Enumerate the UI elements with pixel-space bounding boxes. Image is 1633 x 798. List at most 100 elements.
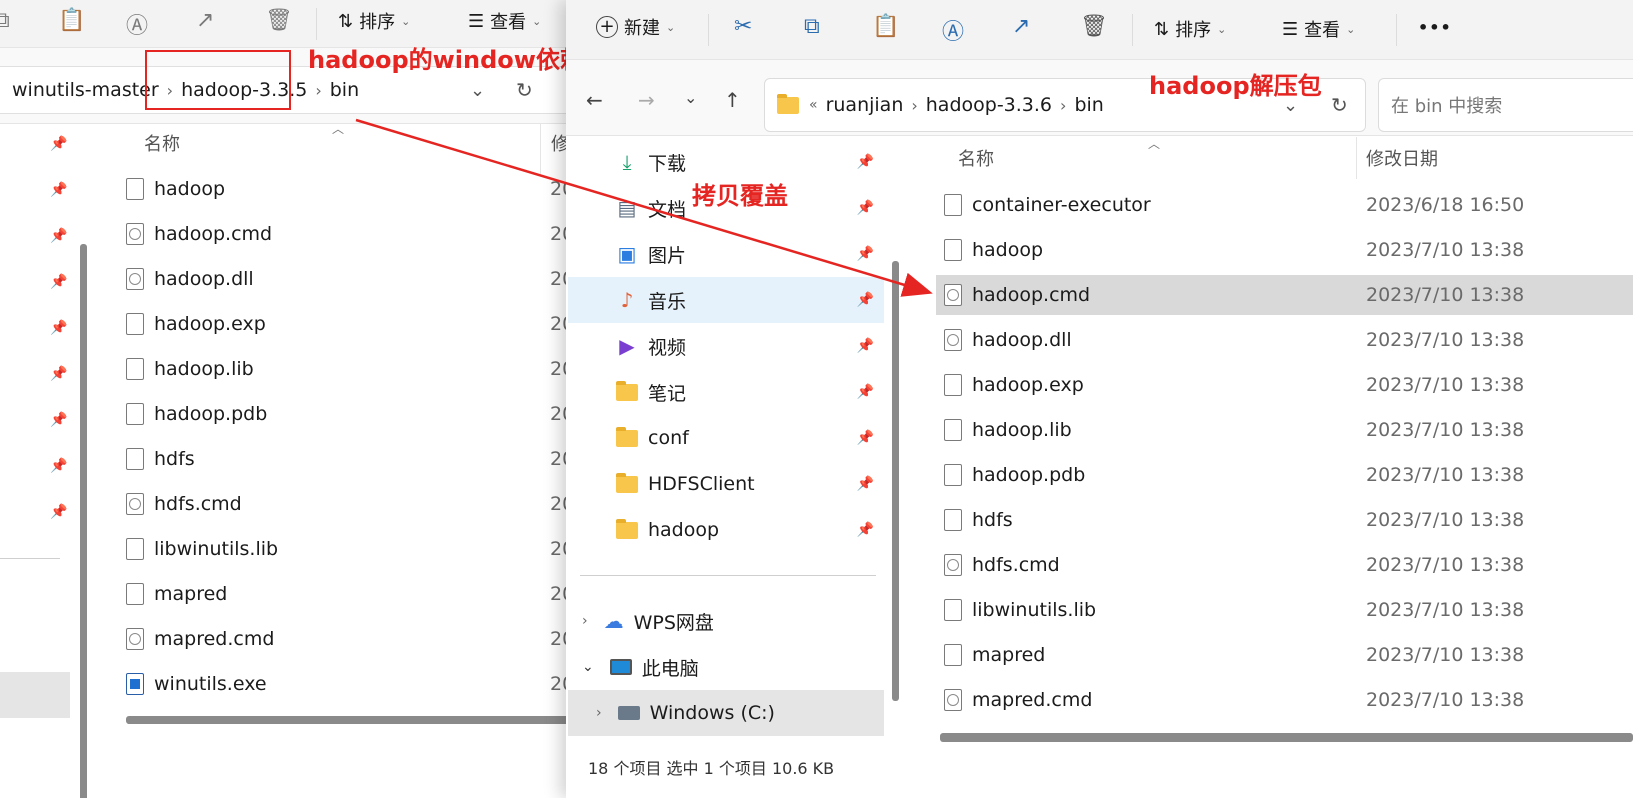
file-date: 2023/7/10 13:38 [1366,689,1525,711]
pin-icon[interactable]: 📌 [857,338,874,354]
file-icon [944,644,962,666]
breadcrumb-item[interactable]: winutils-master [12,79,159,101]
column-header-modified[interactable]: 修改日期 [1366,145,1438,171]
file-row[interactable]: container-executor 2023/6/18 16:50 [936,185,1633,225]
nav-item[interactable]: 笔记 📌 [568,369,884,415]
file-row[interactable]: libwinutils.lib 20 [126,526,590,571]
cut-icon[interactable]: ✂ [734,14,752,39]
rename-icon[interactable]: Ⓐ [126,8,148,40]
nav-item-this-pc[interactable]: ⌄ 此电脑 [566,644,886,690]
pin-icon[interactable]: 📌 [857,200,874,216]
file-row[interactable]: mapred.cmd 20 [126,616,590,661]
nav-item[interactable]: conf 📌 [568,415,884,461]
column-header-name[interactable]: 名称 [958,145,994,171]
pin-icon[interactable]: 📌 [857,522,874,538]
horizontal-scrollbar[interactable] [126,716,590,724]
sort-label: 排序 [1175,20,1212,41]
up-arrow-icon[interactable]: ↑ [724,88,741,112]
cut-icon[interactable]: ⧉ [0,8,10,33]
refresh-icon[interactable]: ↻ [1331,93,1348,117]
chevron-right-icon[interactable]: › [596,705,602,721]
pin-icon[interactable]: 📌 [50,320,67,336]
view-button[interactable]: ☰ 查看 ⌄ [1282,16,1355,42]
search-input[interactable]: 在 bin 中搜索 [1378,78,1633,132]
pin-icon[interactable]: 📌 [50,136,67,152]
file-row[interactable]: hadoop.dll 20 [126,256,590,301]
breadcrumb-overflow[interactable]: « [809,97,818,113]
nav-selected-item[interactable] [0,672,70,718]
back-arrow-icon[interactable]: ← [586,88,603,112]
nav-item[interactable]: ▶ 视频 📌 [568,323,884,369]
file-row[interactable]: hadoop.cmd 20 [126,211,590,256]
nav-item[interactable]: hadoop 📌 [568,507,884,553]
pin-icon[interactable]: 📌 [50,274,67,290]
nav-item-drive-c[interactable]: › Windows (C:) [568,690,884,736]
file-row[interactable]: hadoop.pdb 2023/7/10 13:38 [936,455,1633,495]
file-row[interactable]: hadoop.lib 2023/7/10 13:38 [936,410,1633,450]
pin-icon[interactable]: 📌 [857,292,874,308]
file-row[interactable]: hdfs.cmd 2023/7/10 13:38 [936,545,1633,585]
file-row[interactable]: mapred.cmd 2023/7/10 13:38 [936,680,1633,720]
rename-icon[interactable]: Ⓐ [942,14,964,46]
file-row[interactable]: hdfs 20 [126,436,590,481]
chevron-down-icon[interactable]: ⌄ [470,80,485,101]
breadcrumb-item[interactable]: hadoop-3.3.6 [926,94,1052,116]
file-icon [126,402,144,425]
settings-file-icon [126,492,144,515]
new-button[interactable]: + 新建 ⌄ [596,14,675,40]
file-row[interactable]: hadoop 20 [126,166,590,211]
delete-icon[interactable]: 🗑 [265,8,293,33]
share-icon[interactable]: ↗ [1012,14,1030,39]
pin-icon[interactable]: 📌 [50,366,67,382]
pin-icon[interactable]: 📌 [50,228,67,244]
horizontal-scrollbar[interactable] [940,733,1633,742]
breadcrumb-item[interactable]: bin [1074,94,1103,116]
file-row[interactable]: hadoop.pdb 20 [126,391,590,436]
sort-button[interactable]: ⇅ 排序 ⌄ [338,8,410,34]
nav-item-wps[interactable]: › ☁ WPS网盘 [566,598,886,644]
file-row-selected[interactable]: hadoop.cmd 2023/7/10 13:38 [936,275,1633,315]
nav-scrollbar[interactable] [892,261,899,701]
refresh-icon[interactable]: ↻ [516,78,533,102]
sort-button[interactable]: ⇅ 排序 ⌄ [1154,16,1226,42]
file-row[interactable]: mapred 2023/7/10 13:38 [936,635,1633,675]
pin-icon[interactable]: 📌 [50,182,67,198]
recent-locations-chevron-icon[interactable]: ⌄ [684,88,697,107]
share-icon[interactable]: ↗ [196,8,214,33]
file-row[interactable]: winutils.exe 20 [126,661,590,706]
more-options-icon[interactable]: ••• [1418,18,1452,37]
pin-icon[interactable]: 📌 [50,504,67,520]
pin-icon[interactable]: 📌 [857,384,874,400]
file-row[interactable]: hdfs 2023/7/10 13:38 [936,500,1633,540]
nav-item[interactable]: ▣ 图片 📌 [568,231,884,277]
paste-icon[interactable]: 📋 [872,14,899,39]
file-row[interactable]: hadoop.exp 20 [126,301,590,346]
pin-icon[interactable]: 📌 [857,154,874,170]
column-header-name[interactable]: 名称 [144,130,180,156]
file-row[interactable]: hadoop.dll 2023/7/10 13:38 [936,320,1633,360]
file-row[interactable]: hadoop.exp 2023/7/10 13:38 [936,365,1633,405]
paste-icon[interactable]: 📋 [58,8,85,33]
chevron-down-icon[interactable]: ⌄ [582,659,594,675]
pin-icon[interactable]: 📌 [50,458,67,474]
nav-item[interactable]: ♪ 音乐 📌 [568,277,884,323]
pin-icon[interactable]: 📌 [857,246,874,262]
forward-arrow-icon[interactable]: → [638,88,655,112]
copy-icon[interactable]: ⧉ [804,14,820,39]
view-button[interactable]: ☰ 查看 ⌄ [468,8,541,34]
nav-scrollbar[interactable] [80,244,87,798]
file-row[interactable]: hadoop 2023/7/10 13:38 [936,230,1633,270]
pin-icon[interactable]: 📌 [50,412,67,428]
chevron-right-icon[interactable]: › [582,613,588,629]
pin-icon[interactable]: 📌 [857,476,874,492]
file-row[interactable]: hdfs.cmd 20 [126,481,590,526]
file-name: mapred [972,644,1046,666]
breadcrumb-item[interactable]: ruanjian [826,94,904,116]
pin-icon[interactable]: 📌 [857,430,874,446]
delete-icon[interactable]: 🗑 [1080,14,1108,39]
file-row[interactable]: mapred 20 [126,571,590,616]
nav-item[interactable]: HDFSClient 📌 [568,461,884,507]
file-row[interactable]: libwinutils.lib 2023/7/10 13:38 [936,590,1633,630]
file-row[interactable]: hadoop.lib 20 [126,346,590,391]
breadcrumb-item[interactable]: bin [330,79,359,101]
